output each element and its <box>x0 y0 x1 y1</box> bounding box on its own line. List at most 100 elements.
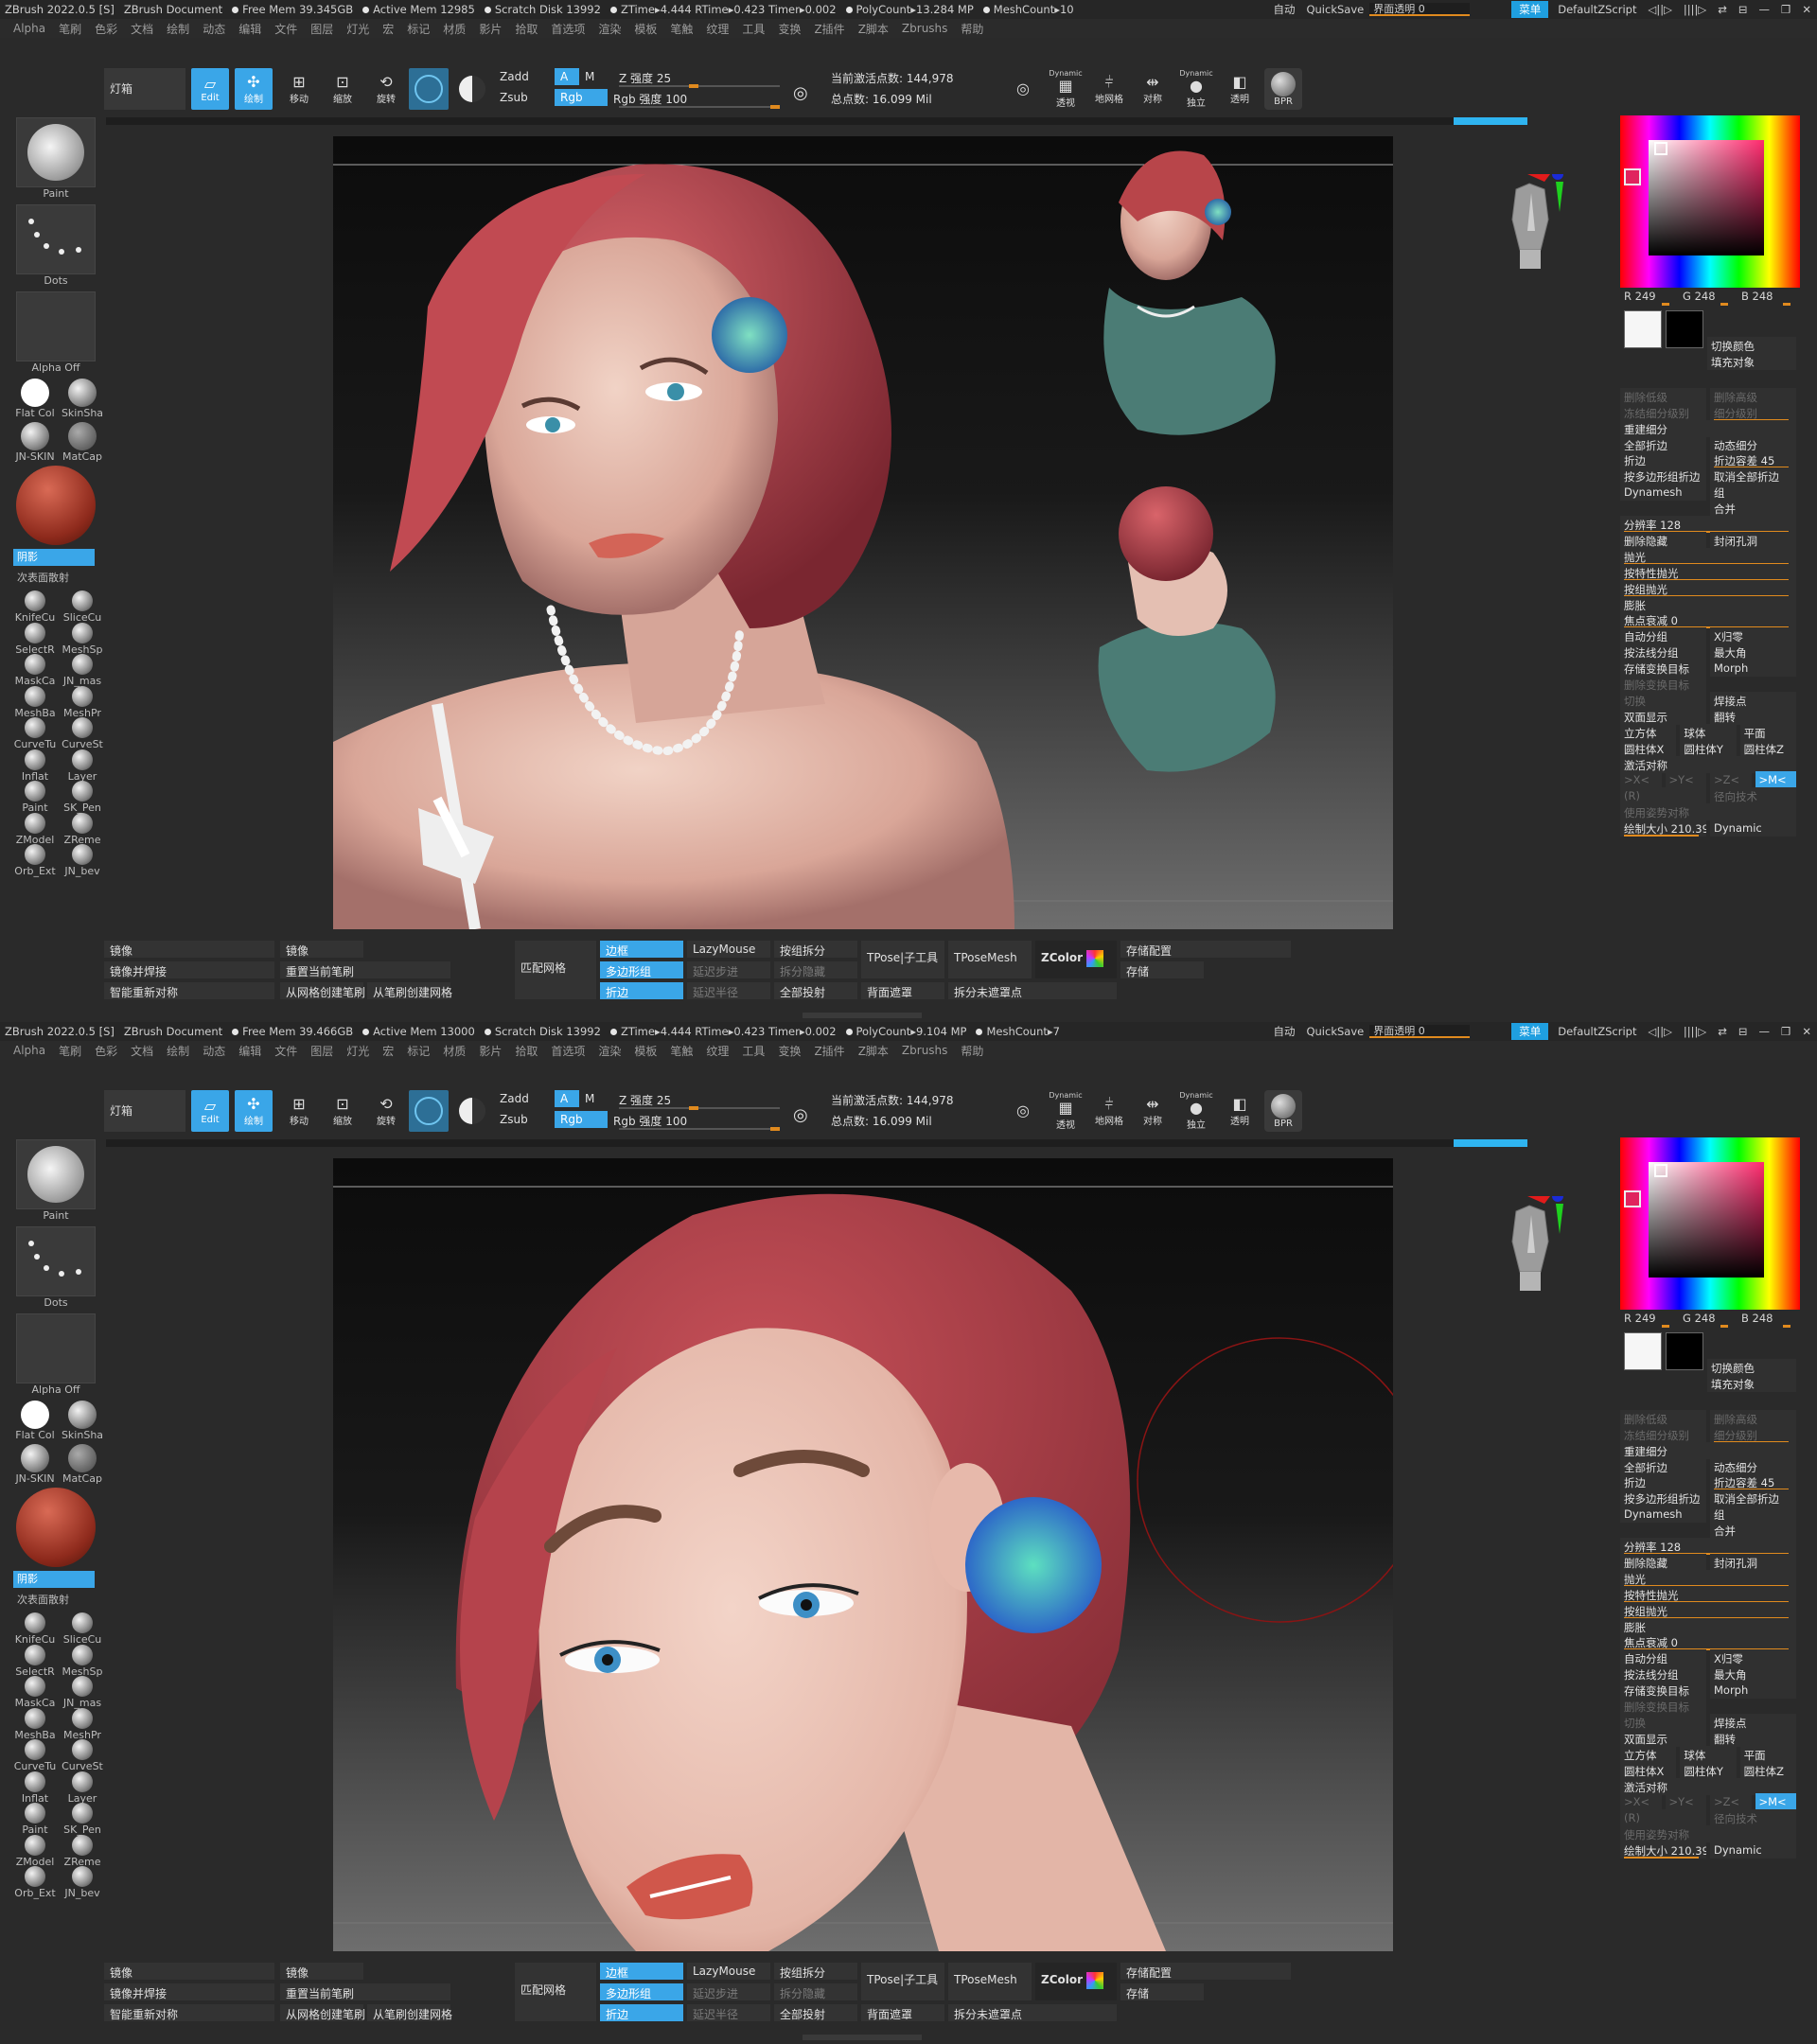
solo-button[interactable]: Dynamic ● 独立 <box>1177 68 1215 110</box>
z-intensity-knob[interactable] <box>689 84 698 88</box>
brush-item[interactable]: ZReme <box>61 1834 104 1868</box>
lightbox-button[interactable]: 灯箱 <box>104 68 185 110</box>
brush-item[interactable]: CurveSt <box>61 1739 104 1772</box>
tpose-button[interactable]: TPose|子工具 <box>861 941 944 978</box>
local-symmetry-button[interactable]: ◎ <box>1007 1090 1039 1132</box>
z-intensity-knob[interactable] <box>689 1106 698 1110</box>
panel-button[interactable]: Morph <box>1710 660 1796 678</box>
blue-value[interactable]: B 248 <box>1741 290 1800 306</box>
menu-item[interactable]: Zbrushs <box>902 22 948 35</box>
alpha-slot[interactable]: Alpha Off <box>13 1313 98 1396</box>
menu-item[interactable]: 笔触 <box>670 1043 693 1059</box>
menu-item[interactable]: 宏 <box>382 21 394 37</box>
panel-button[interactable]: 圆柱体X <box>1620 739 1677 757</box>
panel-button[interactable]: 激活对称 <box>1620 755 1796 773</box>
solo-button[interactable]: Dynamic ● 独立 <box>1177 1090 1215 1132</box>
material-flat-color[interactable]: Flat Col <box>13 1401 57 1441</box>
split-group-button[interactable]: 按组拆分 <box>774 1963 857 1980</box>
panel-button[interactable]: 取消全部折边 <box>1710 1489 1796 1507</box>
tposemesh-button[interactable]: TPoseMesh <box>948 941 1032 978</box>
lazystep-slider[interactable]: 延迟步进 <box>687 961 770 978</box>
panel-button[interactable]: 激活对称 <box>1620 1777 1796 1795</box>
floor-button[interactable]: ⫩ 地网格 <box>1090 68 1128 110</box>
shadow-toggle[interactable]: 阴影 <box>13 1571 95 1588</box>
z-intensity-slider[interactable]: Z 强度 25 <box>619 70 671 86</box>
panel-button[interactable]: 双面显示 <box>1620 707 1706 725</box>
paint-mode-button[interactable] <box>409 68 449 110</box>
brush-item[interactable]: SliceCu <box>61 590 104 624</box>
panel-button[interactable]: 球体 <box>1680 723 1737 741</box>
brush-item[interactable]: Layer <box>61 749 104 783</box>
brush-item[interactable]: JN_bev <box>61 1866 104 1899</box>
menu-item[interactable]: 文档 <box>131 21 153 37</box>
scale-button[interactable]: ⊡ 缩放 <box>324 68 362 110</box>
viewport-canvas[interactable] <box>333 136 1393 929</box>
lazymouse-button[interactable]: LazyMouse <box>687 1963 770 1980</box>
menu-item[interactable]: Zbrushs <box>902 1044 948 1057</box>
menu-item[interactable]: 文件 <box>274 1043 297 1059</box>
match-mesh-button[interactable]: 匹配网格 <box>515 1963 596 2021</box>
menu-item[interactable]: 变换 <box>778 21 801 37</box>
menu-item[interactable]: Z插件 <box>814 1043 844 1059</box>
menu-item[interactable]: 图层 <box>310 1043 333 1059</box>
brush-from-mesh-button[interactable]: 从网格创建笔刷 <box>280 2004 365 2021</box>
quicksave-button[interactable]: QuickSave <box>1300 1025 1369 1038</box>
lazystep-slider[interactable]: 延迟步进 <box>687 1983 770 2000</box>
panel-button[interactable]: 平面 <box>1739 1745 1796 1763</box>
frame-button[interactable]: 边框 <box>600 1963 683 1980</box>
s-icon[interactable]: ◎ <box>793 1105 808 1125</box>
backface-mask-button[interactable]: 背面遮罩 <box>861 982 944 999</box>
panel-button[interactable]: 删除变换目标 <box>1620 1698 1706 1715</box>
panel-button[interactable]: >Y< <box>1665 771 1706 789</box>
ui-transparency-slider[interactable]: 界面透明 0 <box>1369 1025 1471 1038</box>
panel-button[interactable]: 存储变换目标 <box>1620 660 1706 678</box>
a-toggle[interactable]: A <box>555 1090 579 1107</box>
main-color-swatch[interactable] <box>1624 310 1662 348</box>
brush-item[interactable]: ZModel <box>13 812 57 846</box>
paint-mode-button[interactable] <box>409 1090 449 1132</box>
panel-button[interactable]: 分辨率 128 <box>1620 516 1796 533</box>
panel-button[interactable]: 切换 <box>1620 691 1706 709</box>
panel-button[interactable]: 绘制大小 210.39991 <box>1620 819 1706 837</box>
shadow-toggle[interactable]: 阴影 <box>13 549 95 566</box>
panel-button[interactable]: 圆柱体Z <box>1739 739 1796 757</box>
split-unmasked-button[interactable]: 拆分未遮罩点 <box>948 982 1117 999</box>
rotate-button[interactable]: ⟲ 旋转 <box>367 1090 405 1132</box>
brush-item[interactable]: ZReme <box>61 812 104 846</box>
brush-item[interactable]: Orb_Ext <box>13 1866 57 1899</box>
panel-button[interactable]: 折边容差 45 <box>1710 1473 1796 1491</box>
main-color-swatch[interactable] <box>1624 1332 1662 1370</box>
panel-button[interactable]: 填充对象 <box>1707 353 1796 370</box>
panel-button[interactable]: 冻结细分级别 <box>1620 1425 1706 1443</box>
menu-item[interactable]: 动态 <box>203 21 225 37</box>
panel-button[interactable]: 焊接点 <box>1710 1713 1796 1731</box>
project-all-button[interactable]: 全部投射 <box>774 2004 857 2021</box>
minimize-icon[interactable]: — <box>1754 3 1776 16</box>
menu-item[interactable]: 图层 <box>310 21 333 37</box>
save-button[interactable]: 存储 <box>1120 961 1204 978</box>
panel-button[interactable]: Morph <box>1710 1682 1796 1700</box>
brush-item[interactable]: MeshBa <box>13 1707 57 1741</box>
panel-button[interactable]: 分辨率 128 <box>1620 1538 1796 1555</box>
rotate-button[interactable]: ⟲ 旋转 <box>367 68 405 110</box>
brush-item[interactable]: Orb_Ext <box>13 844 57 877</box>
menu-item[interactable]: 帮助 <box>961 21 983 37</box>
blue-value[interactable]: B 248 <box>1741 1312 1800 1328</box>
brush-item[interactable]: Paint <box>13 781 57 814</box>
panel-button[interactable]: 冻结细分级别 <box>1620 403 1706 421</box>
panel-button[interactable]: 封闭孔洞 <box>1710 1553 1796 1571</box>
rgb-intensity-slider[interactable]: Rgb 强度 100 <box>613 91 687 107</box>
panel-button[interactable]: 焊接点 <box>1710 691 1796 709</box>
transparency-button[interactable]: ◧ 透明 <box>1221 1090 1259 1132</box>
panel-button[interactable]: 删除变换目标 <box>1620 676 1706 693</box>
m-toggle[interactable]: M <box>585 1092 594 1105</box>
menu-item[interactable]: 色彩 <box>95 21 117 37</box>
brush-item[interactable]: KnifeCu <box>13 1612 57 1646</box>
brush-item[interactable]: SliceCu <box>61 1612 104 1646</box>
panel-button[interactable]: 抛光 <box>1620 1569 1796 1587</box>
menu-item[interactable]: 绘制 <box>167 21 189 37</box>
mirror-button-2[interactable]: 镜像 <box>280 1963 363 1980</box>
panel-button[interactable]: 焦点衰减 0 <box>1620 1633 1796 1651</box>
bpr-button[interactable]: BPR <box>1264 68 1302 110</box>
panel-button[interactable]: 合并 <box>1710 1522 1796 1540</box>
